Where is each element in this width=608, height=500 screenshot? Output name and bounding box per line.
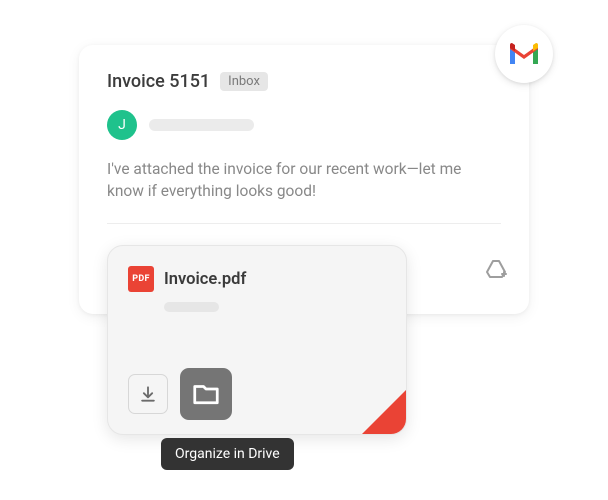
download-button[interactable] <box>128 374 168 414</box>
download-icon <box>138 384 158 404</box>
folder-icon <box>191 379 221 409</box>
pdf-icon: PDF <box>128 266 154 292</box>
attachment-header: PDF Invoice.pdf <box>128 266 386 292</box>
attachment-meta-placeholder <box>164 302 219 312</box>
attachment-actions <box>128 368 232 420</box>
organize-in-drive-button[interactable] <box>180 368 232 420</box>
inbox-label[interactable]: Inbox <box>220 72 268 91</box>
attachment-filename: Invoice.pdf <box>164 270 246 289</box>
tooltip: Organize in Drive <box>161 438 294 470</box>
folded-corner <box>362 390 406 434</box>
sender-avatar[interactable]: J <box>107 110 137 140</box>
divider <box>107 223 501 224</box>
attachment-card[interactable]: PDF Invoice.pdf <box>107 245 407 435</box>
subject-row: Invoice 5151 Inbox <box>107 71 501 92</box>
pdf-icon-label: PDF <box>132 274 150 284</box>
email-subject: Invoice 5151 <box>107 71 210 92</box>
add-to-drive-icon[interactable] <box>484 258 508 286</box>
gmail-icon <box>495 25 553 83</box>
sender-row: J <box>107 110 501 140</box>
tooltip-text: Organize in Drive <box>175 446 280 462</box>
sender-name-placeholder <box>149 119 254 131</box>
avatar-initial: J <box>118 117 126 133</box>
email-body: I've attached the invoice for our recent… <box>107 158 501 203</box>
